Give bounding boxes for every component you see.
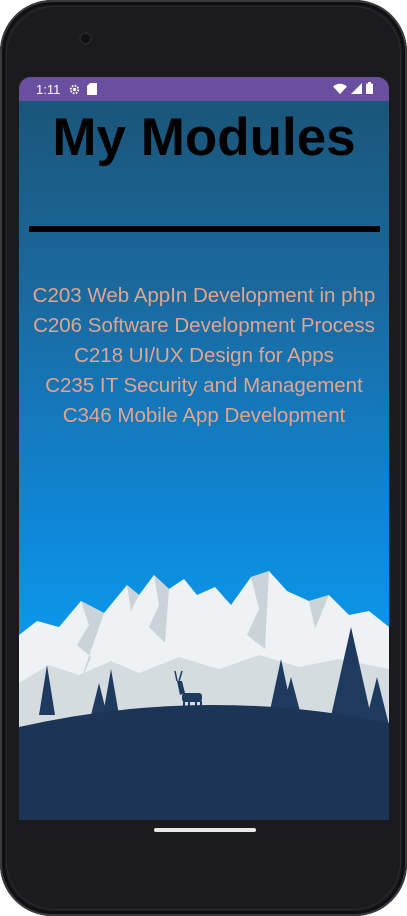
sd-card-icon — [87, 83, 98, 95]
module-item: C235 IT Security and Management — [45, 374, 363, 397]
module-item: C346 Mobile App Development — [62, 404, 346, 427]
module-item: C218 UI/UX Design for Apps — [74, 344, 334, 367]
ground-hill — [19, 704, 389, 820]
module-item: C203 Web AppIn Development in php — [32, 284, 376, 307]
wifi-icon — [333, 82, 347, 97]
settings-gear-icon — [68, 83, 81, 96]
page-title: My Modules — [52, 108, 356, 167]
front-camera-icon — [79, 32, 92, 45]
cell-signal-icon — [351, 82, 362, 97]
home-gesture-bar[interactable] — [154, 828, 256, 832]
app-screen: 1:11 My Modules C203 Web AppIn Developme… — [19, 77, 389, 820]
status-time: 1:11 — [36, 81, 61, 97]
status-icons — [333, 81, 373, 97]
mountain-landscape-image — [19, 571, 389, 820]
module-item: C206 Software Development Process — [33, 314, 375, 337]
module-list: C203 Web AppIn Development in php C206 S… — [19, 283, 389, 433]
status-bar: 1:11 — [19, 77, 389, 101]
battery-icon — [366, 81, 373, 97]
title-divider — [29, 226, 380, 232]
phone-frame: 1:11 My Modules C203 Web AppIn Developme… — [0, 0, 407, 916]
